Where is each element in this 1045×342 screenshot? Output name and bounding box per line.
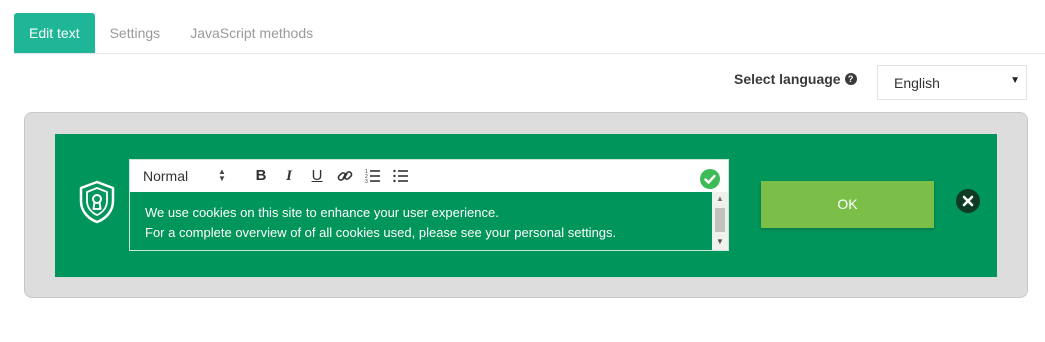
question-circle-icon[interactable]: ? [844, 73, 857, 85]
italic-icon[interactable]: I [280, 167, 298, 185]
bullet-list-icon[interactable] [392, 167, 410, 185]
tab-javascript-methods[interactable]: JavaScript methods [175, 13, 328, 54]
language-label: Select language [734, 71, 841, 87]
tab-bar: Edit text Settings JavaScript methods [14, 13, 328, 54]
format-select-value: Normal [143, 168, 189, 184]
chevron-down-icon: ▼ [1010, 75, 1020, 86]
tab-settings[interactable]: Settings [95, 13, 176, 54]
bold-icon[interactable]: B [252, 167, 270, 185]
tab-divider [14, 53, 1045, 54]
format-select[interactable]: Normal ▲ ▼ [143, 167, 228, 185]
check-circle-icon [700, 169, 720, 189]
scroll-down-icon[interactable]: ▼ [716, 237, 724, 246]
link-icon[interactable] [336, 167, 354, 185]
language-label-group: Select language ? [734, 71, 857, 87]
shield-keyhole-icon [79, 180, 115, 224]
editor-toolbar: Normal ▲ ▼ B I U 123 [130, 160, 728, 192]
language-selected-value: English [894, 75, 940, 91]
ok-button[interactable]: OK [761, 181, 934, 228]
content-line-1: We use cookies on this site to enhance y… [145, 205, 499, 220]
content-line-2: For a complete overview of of all cookie… [145, 225, 617, 240]
tab-edit-text[interactable]: Edit text [14, 13, 95, 54]
editor-content[interactable]: We use cookies on this site to enhance y… [130, 192, 712, 250]
rich-text-editor[interactable]: Normal ▲ ▼ B I U 123 We use cookies on th… [129, 159, 729, 251]
editor-scrollbar[interactable]: ▲ ▼ [712, 192, 728, 250]
underline-icon[interactable]: U [308, 167, 326, 185]
language-select[interactable]: English ▼ [877, 65, 1027, 100]
svg-text:3: 3 [365, 179, 368, 185]
scrollbar-thumb[interactable] [715, 208, 725, 232]
scroll-up-icon[interactable]: ▲ [716, 194, 724, 203]
ordered-list-icon[interactable]: 123 [364, 167, 382, 185]
up-down-arrows-icon: ▲ ▼ [218, 167, 226, 183]
close-icon[interactable] [956, 189, 980, 213]
